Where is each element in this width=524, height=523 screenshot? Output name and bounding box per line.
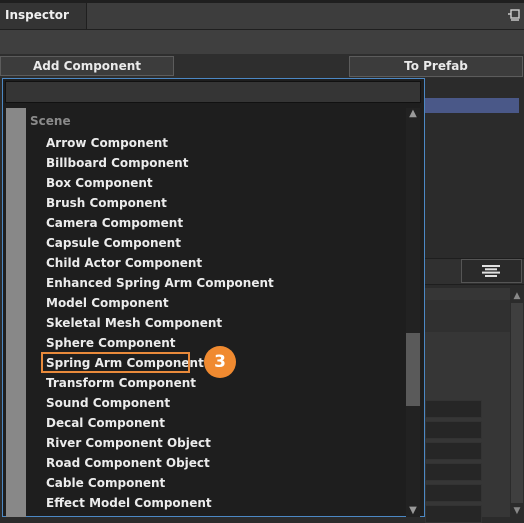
component-item[interactable]: Capsule Component [44,233,400,253]
component-item[interactable]: Billboard Component [44,153,400,173]
chevron-down-icon[interactable]: ▼ [406,505,420,517]
component-item[interactable]: Enhanced Spring Arm Component [44,273,400,293]
details-scrollbar-thumb[interactable] [511,303,523,503]
component-item[interactable]: Effect Model Component [44,493,400,513]
component-item[interactable]: Camera Compoment [44,213,400,233]
popup-scrollbar[interactable] [406,108,420,517]
property-field[interactable] [425,484,482,502]
component-item[interactable]: Road Component Object [44,453,400,473]
component-item[interactable]: Arrow Component [44,133,400,153]
step-badge: 3 [204,346,236,378]
component-item[interactable]: Decal Component [44,413,400,433]
details-section-header [425,300,510,332]
property-field[interactable] [425,421,482,439]
property-field[interactable] [425,400,482,418]
component-item[interactable]: Box Component [44,173,400,193]
component-item[interactable]: Cable Component [44,473,400,493]
list-view-icon [482,265,500,277]
pin-icon[interactable] [507,8,521,22]
component-item[interactable]: Model Component [44,293,400,313]
property-field[interactable] [425,463,482,481]
chevron-up-icon[interactable]: ▲ [406,108,420,120]
popup-scrollbar-thumb[interactable] [406,333,420,406]
popup-gutter [6,108,26,517]
to-prefab-button[interactable]: To Prefab [349,56,523,77]
component-list: Arrow Component Billboard Component Box Co… [44,133,400,513]
chevron-up-icon[interactable]: ▲ [510,290,524,302]
component-item[interactable]: Skeletal Mesh Component [44,313,400,333]
property-field[interactable] [425,442,482,460]
add-component-button[interactable]: Add Component [0,56,174,76]
inspector-header [0,30,524,54]
inspector-tab[interactable]: Inspector [0,3,86,29]
component-item[interactable]: Brush Component [44,193,400,213]
tab-bar-fill [87,3,524,29]
property-field[interactable] [425,505,482,523]
component-item[interactable]: Child Actor Component [44,253,400,273]
component-item[interactable]: River Component Object [44,433,400,453]
component-item[interactable]: Sound Component [44,393,400,413]
chevron-down-icon[interactable]: ▼ [510,505,524,517]
category-label: Scene [30,114,71,128]
selected-row[interactable] [425,98,519,113]
highlight-box [41,352,190,373]
component-search-input[interactable] [5,81,421,103]
